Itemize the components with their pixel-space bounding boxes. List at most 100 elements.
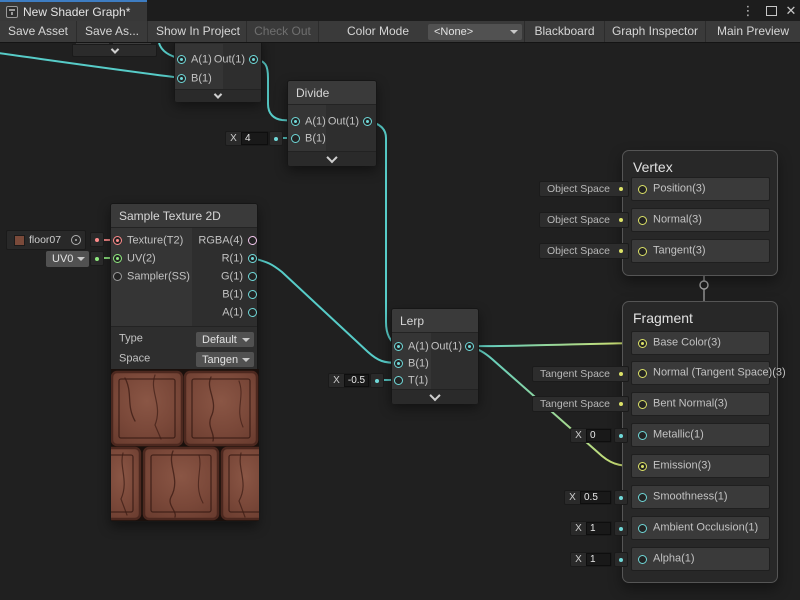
vertex-row-position[interactable]: Position(3): [631, 177, 770, 201]
space-binding-pill[interactable]: Tangent Space: [532, 396, 629, 412]
x-label: X: [329, 374, 344, 387]
port-fragment-normal[interactable]: [638, 369, 647, 378]
fragment-row-bent-normal[interactable]: Bent Normal(3): [631, 392, 770, 416]
ambient-occlusion-value-field[interactable]: X 1: [570, 521, 612, 536]
ambient-occlusion-connector[interactable]: [614, 521, 628, 536]
node-sample-texture-2d[interactable]: Sample Texture 2D Texture(T2) UV(2) Samp…: [110, 203, 258, 522]
port-fragment-base-color[interactable]: [638, 339, 647, 348]
graph-canvas[interactable]: A(1) B(1) Out(1) Divide A(1) B(1) Out(1)…: [0, 43, 800, 600]
lerp-t-connector[interactable]: [370, 373, 384, 388]
port-lerp-b[interactable]: [394, 359, 403, 368]
port-divide-b[interactable]: [291, 134, 300, 143]
main-preview-button[interactable]: Main Preview: [705, 21, 800, 42]
fragment-row-normal[interactable]: Normal (Tangent Space)(3): [631, 361, 770, 385]
smoothness-connector[interactable]: [614, 490, 628, 505]
port-divide-out[interactable]: [363, 117, 372, 126]
port-fragment-metallic[interactable]: [638, 431, 647, 440]
vertex-row-tangent[interactable]: Tangent(3): [631, 239, 770, 263]
port-sample-texture[interactable]: [113, 236, 122, 245]
x-value[interactable]: 1: [586, 522, 611, 535]
port-lerp-a[interactable]: [394, 342, 403, 351]
save-as-button[interactable]: Save As...: [77, 21, 148, 42]
space-binding-pill[interactable]: Object Space: [539, 181, 629, 197]
x-value[interactable]: 4: [241, 132, 268, 145]
collapsed-node-expand-bar[interactable]: [72, 44, 157, 57]
node-collapse-bar[interactable]: [392, 389, 478, 404]
port-vertex-position[interactable]: [638, 185, 647, 194]
port-fragment-smoothness[interactable]: [638, 493, 647, 502]
row-label: Bent Normal(3): [653, 399, 728, 410]
fragment-row-smoothness[interactable]: Smoothness(1): [631, 485, 770, 509]
color-mode-label: Color Mode: [347, 21, 409, 42]
x-value[interactable]: 0.5: [580, 491, 611, 504]
type-value: Default: [202, 334, 238, 346]
space-dropdown[interactable]: Tangent: [196, 352, 254, 367]
texture-connector[interactable]: [90, 232, 104, 247]
lerp-t-value-field[interactable]: X -0.5: [328, 373, 370, 388]
port-topnode-out[interactable]: [249, 55, 258, 64]
space-binding-pill[interactable]: Object Space: [539, 243, 629, 259]
block-title: Fragment: [633, 310, 693, 326]
metallic-connector[interactable]: [614, 428, 628, 443]
close-icon[interactable]: ✕: [782, 0, 800, 21]
fragment-row-base-color[interactable]: Base Color(3): [631, 331, 770, 355]
save-asset-button[interactable]: Save Asset: [0, 21, 77, 42]
port-lerp-out[interactable]: [465, 342, 474, 351]
port-lerp-t[interactable]: [394, 376, 403, 385]
texture-object-field[interactable]: floor07: [6, 230, 86, 250]
alpha-value-field[interactable]: X 1: [570, 552, 612, 567]
texture-preview: [111, 369, 259, 521]
x-value[interactable]: 1: [586, 553, 611, 566]
port-sample-sampler[interactable]: [113, 272, 122, 281]
port-topnode-b[interactable]: [177, 74, 186, 83]
port-fragment-bent-normal[interactable]: [638, 400, 647, 409]
type-dropdown[interactable]: Default: [196, 332, 254, 347]
color-mode-dropdown[interactable]: <None>: [428, 24, 522, 40]
divide-b-connector[interactable]: [269, 131, 283, 146]
port-sample-g[interactable]: [248, 272, 257, 281]
alpha-connector[interactable]: [614, 552, 628, 567]
fragment-row-ambient-occlusion[interactable]: Ambient Occlusion(1): [631, 516, 770, 540]
object-picker-icon[interactable]: [71, 235, 81, 245]
window-menu-icon[interactable]: ⋮: [740, 0, 756, 21]
metallic-value-field[interactable]: X 0: [570, 428, 612, 443]
space-binding-pill[interactable]: Object Space: [539, 212, 629, 228]
port-sample-rgba[interactable]: [248, 236, 257, 245]
binding-label: Object Space: [547, 214, 610, 226]
fragment-row-metallic[interactable]: Metallic(1): [631, 423, 770, 447]
space-binding-pill[interactable]: Tangent Space: [532, 366, 629, 382]
divide-b-value-field[interactable]: X 4: [225, 131, 269, 146]
port-label-a: A(1): [222, 308, 243, 319]
graph-inspector-button[interactable]: Graph Inspector: [604, 21, 705, 42]
port-label-texture: Texture(T2): [127, 236, 183, 247]
x-value[interactable]: 0: [586, 429, 611, 442]
tab-new-shader-graph[interactable]: New Shader Graph*: [0, 0, 147, 21]
port-fragment-ambient-occlusion[interactable]: [638, 524, 647, 533]
smoothness-value-field[interactable]: X 0.5: [564, 490, 612, 505]
show-in-project-button[interactable]: Show In Project: [150, 21, 247, 42]
port-sample-r[interactable]: [248, 254, 257, 263]
x-value[interactable]: -0.5: [344, 374, 369, 387]
vertex-row-normal[interactable]: Normal(3): [631, 208, 770, 232]
port-topnode-a[interactable]: [177, 55, 186, 64]
node-collapse-bar[interactable]: [288, 151, 376, 166]
port-sample-b[interactable]: [248, 290, 257, 299]
port-vertex-tangent[interactable]: [638, 247, 647, 256]
uv-connector[interactable]: [90, 251, 104, 266]
port-sample-a[interactable]: [248, 308, 257, 317]
port-fragment-alpha[interactable]: [638, 555, 647, 564]
port-sample-uv[interactable]: [113, 254, 122, 263]
port-vertex-normal[interactable]: [638, 216, 647, 225]
blackboard-button[interactable]: Blackboard: [524, 21, 604, 42]
fragment-row-alpha[interactable]: Alpha(1): [631, 547, 770, 571]
fragment-row-emission[interactable]: Emission(3): [631, 454, 770, 478]
port-divide-a[interactable]: [291, 117, 300, 126]
port-label-b: B(1): [305, 134, 326, 145]
port-label-uv: UV(2): [127, 254, 156, 265]
node-collapse-bar[interactable]: [175, 89, 261, 102]
port-fragment-emission[interactable]: [638, 462, 647, 471]
maximize-icon[interactable]: [762, 0, 780, 21]
uv-channel-dropdown[interactable]: UV0: [46, 251, 89, 267]
node-lerp[interactable]: Lerp A(1) B(1) T(1) Out(1): [391, 308, 479, 403]
node-top-math[interactable]: A(1) B(1) Out(1): [174, 37, 262, 101]
